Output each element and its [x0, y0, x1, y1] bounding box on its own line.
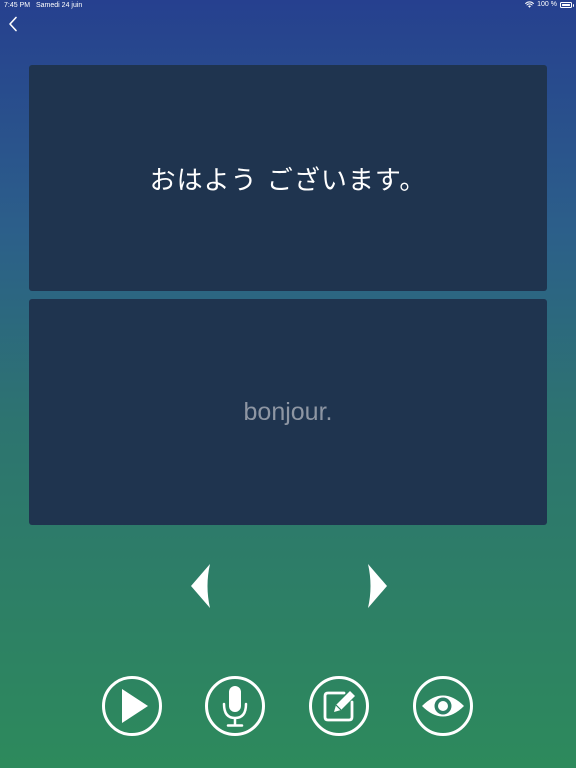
status-time: 7:45 PM: [4, 2, 31, 9]
back-button[interactable]: [4, 14, 22, 34]
record-button[interactable]: [205, 676, 265, 736]
eye-icon: [422, 695, 464, 717]
status-indicators: 100 %: [525, 1, 574, 8]
next-button[interactable]: [364, 562, 390, 610]
caret-right-icon: [368, 564, 387, 608]
previous-button[interactable]: [188, 562, 214, 610]
edit-button[interactable]: [309, 676, 369, 736]
microphone-icon: [222, 686, 248, 727]
play-icon: [122, 689, 148, 723]
play-button[interactable]: [102, 676, 162, 736]
prompt-text: おはよう ございます。: [149, 165, 427, 196]
prompt-card[interactable]: おはよう ございます。: [29, 65, 547, 291]
status-bar: 7:45 PM Samedi 24 juin 100 %: [0, 0, 576, 12]
battery-percent: 100 %: [537, 1, 557, 8]
chevron-left-icon: [9, 16, 17, 32]
reveal-button[interactable]: [413, 676, 473, 736]
battery-icon: [560, 1, 574, 8]
answer-text: bonjour.: [243, 397, 333, 426]
status-date: Samedi 24 juin: [36, 2, 83, 9]
caret-left-icon: [191, 564, 210, 608]
answer-card[interactable]: bonjour.: [29, 299, 547, 525]
wifi-icon: [525, 1, 534, 8]
edit-icon: [323, 691, 355, 722]
